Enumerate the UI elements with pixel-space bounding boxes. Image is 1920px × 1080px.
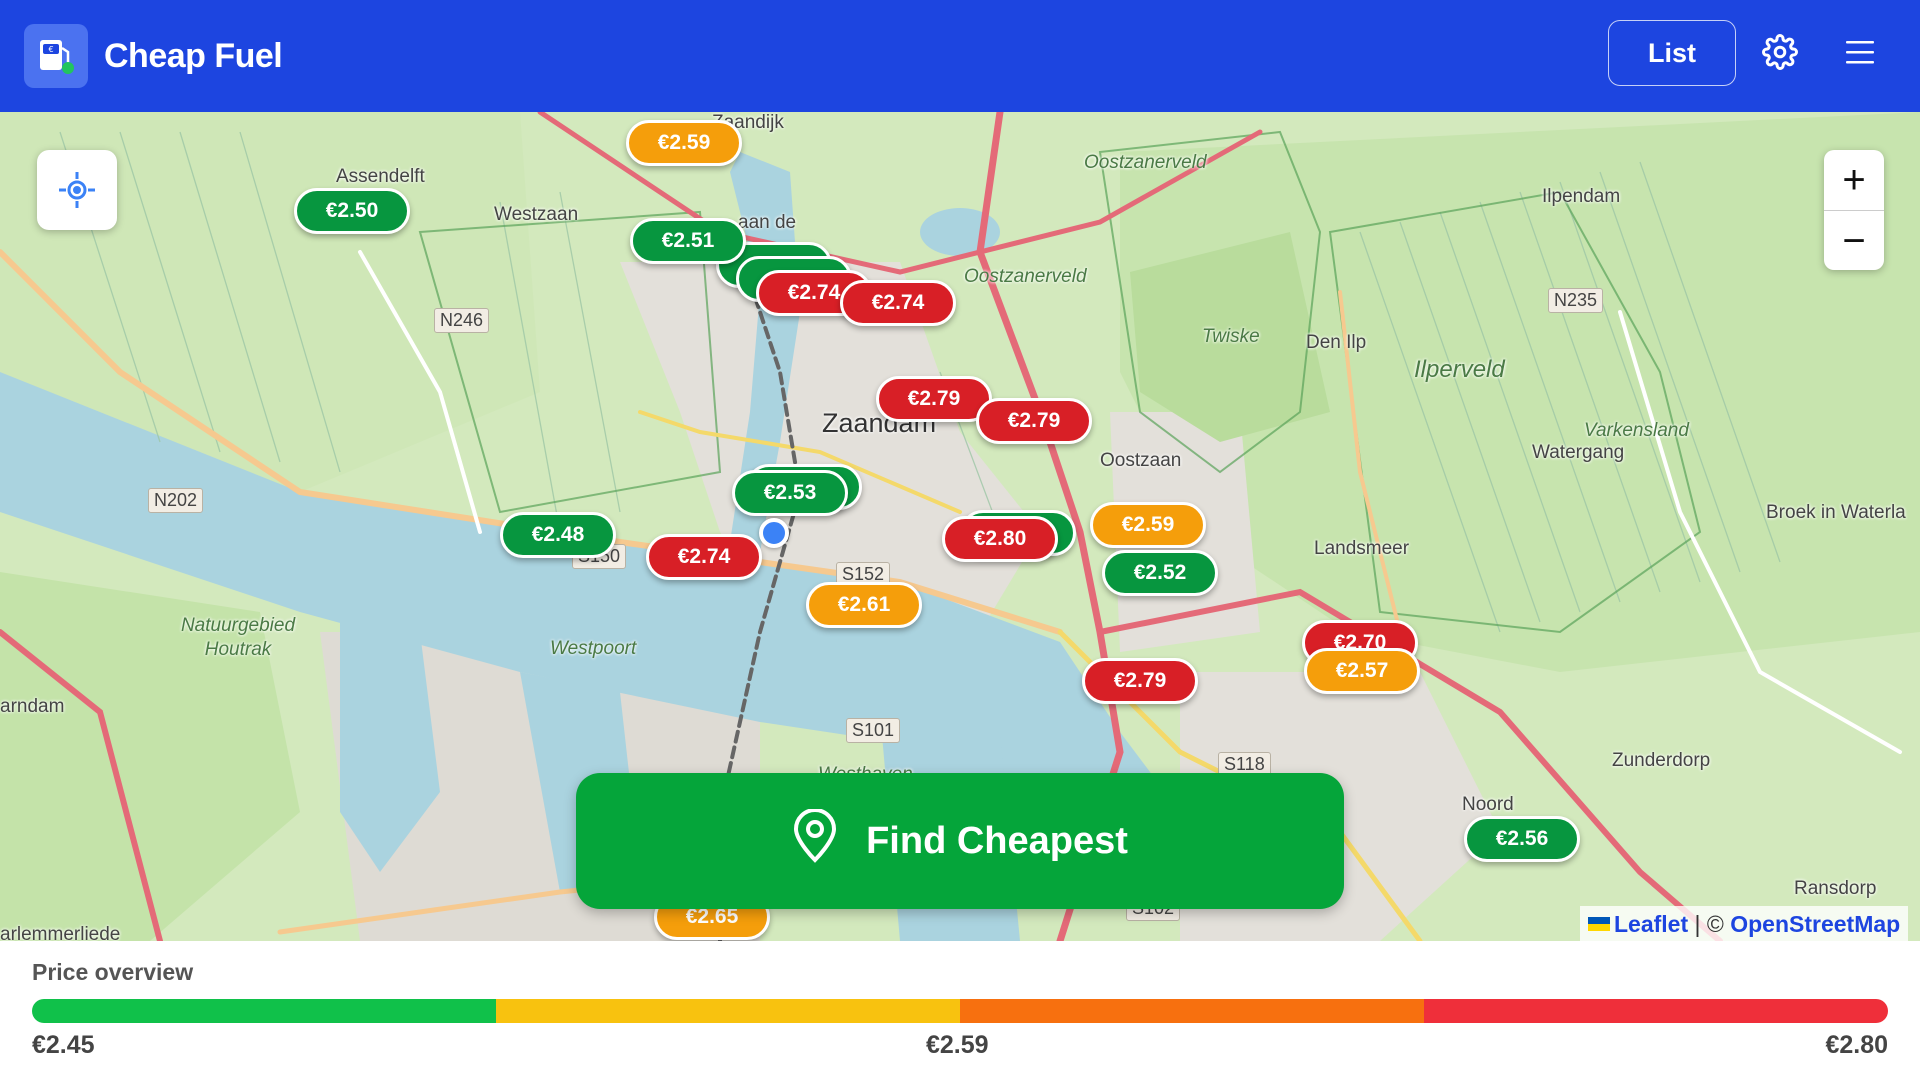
road-sign: N235 xyxy=(1548,288,1604,313)
price-mid-label: €2.59 xyxy=(926,1031,989,1059)
place-label: Twiske xyxy=(1202,326,1260,347)
price-marker[interactable]: €2.48 xyxy=(500,512,616,558)
place-label: Noord xyxy=(1462,794,1514,815)
price-overview-title: Price overview xyxy=(32,959,194,985)
place-label: Ilperveld xyxy=(1414,356,1505,383)
place-label: Zunderdorp xyxy=(1612,750,1711,771)
place-label: Oostzanerveld xyxy=(964,266,1087,287)
app-title: Cheap Fuel xyxy=(104,36,283,75)
price-scale-segment-yellow xyxy=(496,999,960,1023)
price-scale-segment-orange xyxy=(960,999,1424,1023)
price-marker[interactable]: €2.79 xyxy=(976,398,1092,444)
place-label: Oostzanerveld xyxy=(1084,152,1207,173)
zoom-control: + − xyxy=(1824,150,1884,270)
place-label: Natuurgebied Houtrak xyxy=(180,615,296,660)
zoom-out-button[interactable]: − xyxy=(1824,211,1884,271)
place-label: arndam xyxy=(0,696,65,717)
place-label: Westpoort xyxy=(550,638,637,659)
price-marker[interactable]: €2.51 xyxy=(630,218,746,264)
user-location-marker xyxy=(759,518,789,548)
price-marker[interactable]: €2.52 xyxy=(1102,550,1218,596)
price-marker[interactable]: €2.50 xyxy=(294,188,410,234)
price-marker[interactable]: €2.80 xyxy=(942,516,1058,562)
price-marker[interactable]: €2.74 xyxy=(840,280,956,326)
price-marker[interactable]: €2.61 xyxy=(806,582,922,628)
price-marker[interactable]: €2.59 xyxy=(626,120,742,166)
find-cheapest-label: Find Cheapest xyxy=(866,819,1128,862)
gear-icon[interactable] xyxy=(1756,28,1804,76)
place-label: Westzaan xyxy=(494,204,579,225)
road-sign: S101 xyxy=(846,718,901,743)
price-scale-bar xyxy=(32,999,1888,1023)
place-label: Ilpendam xyxy=(1542,186,1621,207)
price-marker[interactable]: €2.79 xyxy=(876,376,992,422)
price-scale-segment-red xyxy=(1424,999,1888,1023)
crosshair-locate-icon[interactable] xyxy=(37,150,117,230)
app-header: € Cheap Fuel List xyxy=(0,0,1920,112)
openstreetmap-link[interactable]: OpenStreetMap xyxy=(1730,911,1900,938)
place-label: Ransdorp xyxy=(1794,878,1877,899)
svg-text:€: € xyxy=(48,45,53,54)
price-max-label: €2.80 xyxy=(1825,1031,1888,1059)
ukraine-flag-icon xyxy=(1588,917,1610,931)
price-marker[interactable]: €2.56 xyxy=(1464,816,1580,862)
price-overview-panel: Price overview €2.45 €2.59 €2.80 xyxy=(0,941,1920,1080)
price-min-label: €2.45 xyxy=(32,1031,95,1059)
price-marker[interactable]: €2.57 xyxy=(1304,648,1420,694)
map-attribution: Leaflet | © OpenStreetMap xyxy=(1580,906,1909,941)
price-scale-segment-green xyxy=(32,999,496,1023)
app-root: € Cheap Fuel List Assendelft Westzaan Za… xyxy=(0,0,1920,1080)
place-label: Broek in Waterla xyxy=(1766,502,1906,523)
map-view[interactable]: Assendelft Westzaan Zaandijk Zaandam Oos… xyxy=(0,112,1920,941)
zoom-in-button[interactable]: + xyxy=(1824,150,1884,210)
place-label: Assendelft xyxy=(336,166,425,187)
leaflet-link[interactable]: Leaflet xyxy=(1614,911,1688,938)
road-sign: N246 xyxy=(434,308,490,333)
place-label: arlemmerliede xyxy=(0,924,121,941)
fuel-pump-icon: € xyxy=(24,24,88,88)
list-button[interactable]: List xyxy=(1608,20,1736,86)
place-label: Oostzaan xyxy=(1100,450,1182,471)
hamburger-menu-icon[interactable] xyxy=(1836,28,1884,76)
place-label: Landsmeer xyxy=(1314,538,1410,559)
place-label: Den Ilp xyxy=(1306,332,1367,353)
attribution-separator: | © xyxy=(1688,910,1731,937)
price-marker[interactable]: €2.79 xyxy=(1082,658,1198,704)
price-marker[interactable]: €2.59 xyxy=(1090,502,1206,548)
road-sign: N202 xyxy=(148,488,204,513)
find-cheapest-button[interactable]: Find Cheapest xyxy=(576,773,1344,909)
place-label: aan de xyxy=(738,212,797,233)
place-label: Watergang xyxy=(1532,442,1625,463)
place-label: Varkensland xyxy=(1584,420,1689,441)
map-pin-icon xyxy=(792,808,838,873)
price-marker[interactable]: €2.53 xyxy=(732,470,848,516)
price-marker[interactable]: €2.74 xyxy=(646,534,762,580)
